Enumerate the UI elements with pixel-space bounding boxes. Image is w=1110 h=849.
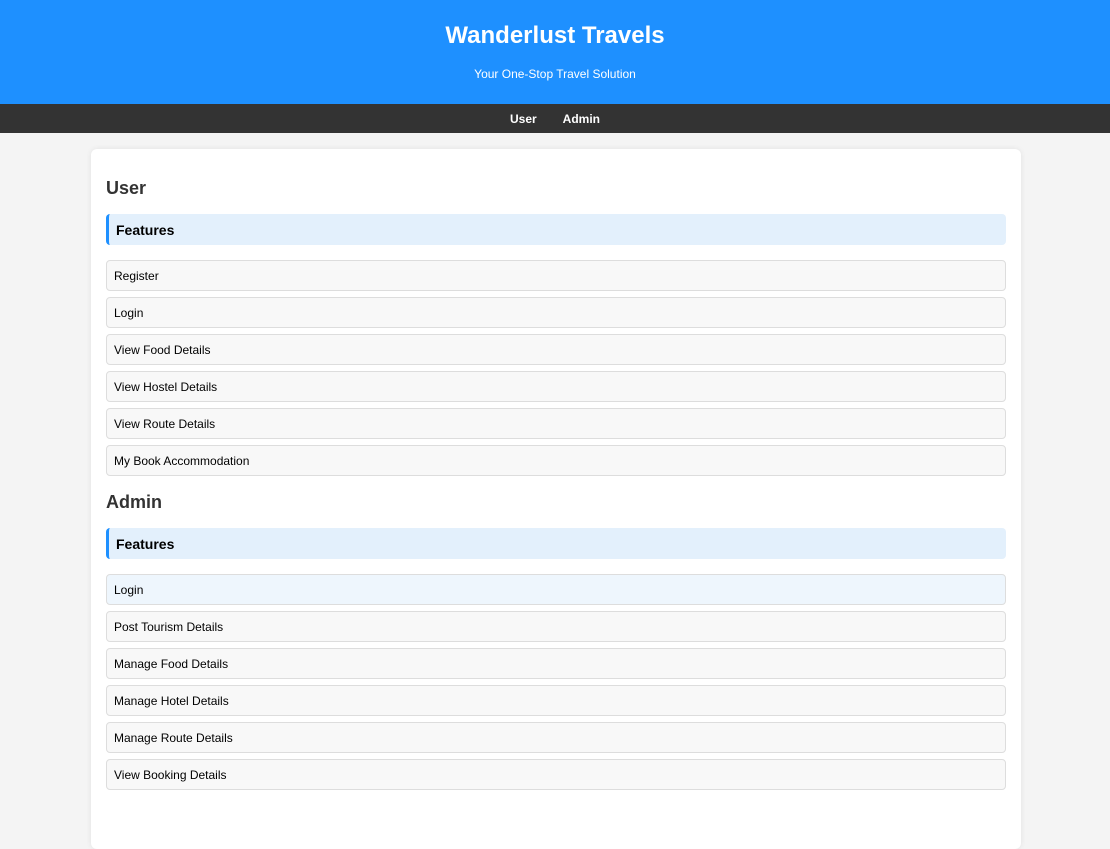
user-features-bar: Features [106, 214, 1006, 245]
admin-feature-post-tourism-details[interactable]: Post Tourism Details [106, 611, 1006, 642]
user-feature-register[interactable]: Register [106, 260, 1006, 291]
admin-features-title: Features [116, 535, 175, 552]
admin-feature-view-booking-details[interactable]: View Booking Details [106, 759, 1006, 790]
admin-feature-manage-route-details[interactable]: Manage Route Details [106, 722, 1006, 753]
nav-link-user[interactable]: User [510, 112, 537, 126]
user-feature-login[interactable]: Login [106, 297, 1006, 328]
top-nav: User Admin [0, 104, 1110, 133]
user-feature-list: Register Login View Food Details View Ho… [106, 260, 1006, 476]
user-section-heading: User [106, 178, 147, 198]
user-section: User Features Register Login View Food D… [106, 177, 1006, 476]
user-feature-my-book-accommodation[interactable]: My Book Accommodation [106, 445, 1006, 476]
admin-feature-manage-food-details[interactable]: Manage Food Details [106, 648, 1006, 679]
admin-section-heading: Admin [106, 492, 162, 512]
admin-feature-manage-hotel-details[interactable]: Manage Hotel Details [106, 685, 1006, 716]
content-card: User Features Register Login View Food D… [91, 149, 1021, 849]
admin-features-bar: Features [106, 528, 1006, 559]
user-feature-view-hostel-details[interactable]: View Hostel Details [106, 371, 1006, 402]
admin-feature-login[interactable]: Login [106, 574, 1006, 605]
admin-feature-list: Login Post Tourism Details Manage Food D… [106, 574, 1006, 790]
user-features-title: Features [116, 221, 175, 238]
site-header: Wanderlust Travels Your One-Stop Travel … [0, 0, 1110, 104]
user-feature-view-food-details[interactable]: View Food Details [106, 334, 1006, 365]
nav-link-admin[interactable]: Admin [563, 112, 600, 126]
admin-section: Admin Features Login Post Tourism Detail… [106, 491, 1006, 790]
site-title: Wanderlust Travels [445, 22, 665, 49]
user-feature-view-route-details[interactable]: View Route Details [106, 408, 1006, 439]
site-tagline: Your One-Stop Travel Solution [474, 67, 636, 81]
